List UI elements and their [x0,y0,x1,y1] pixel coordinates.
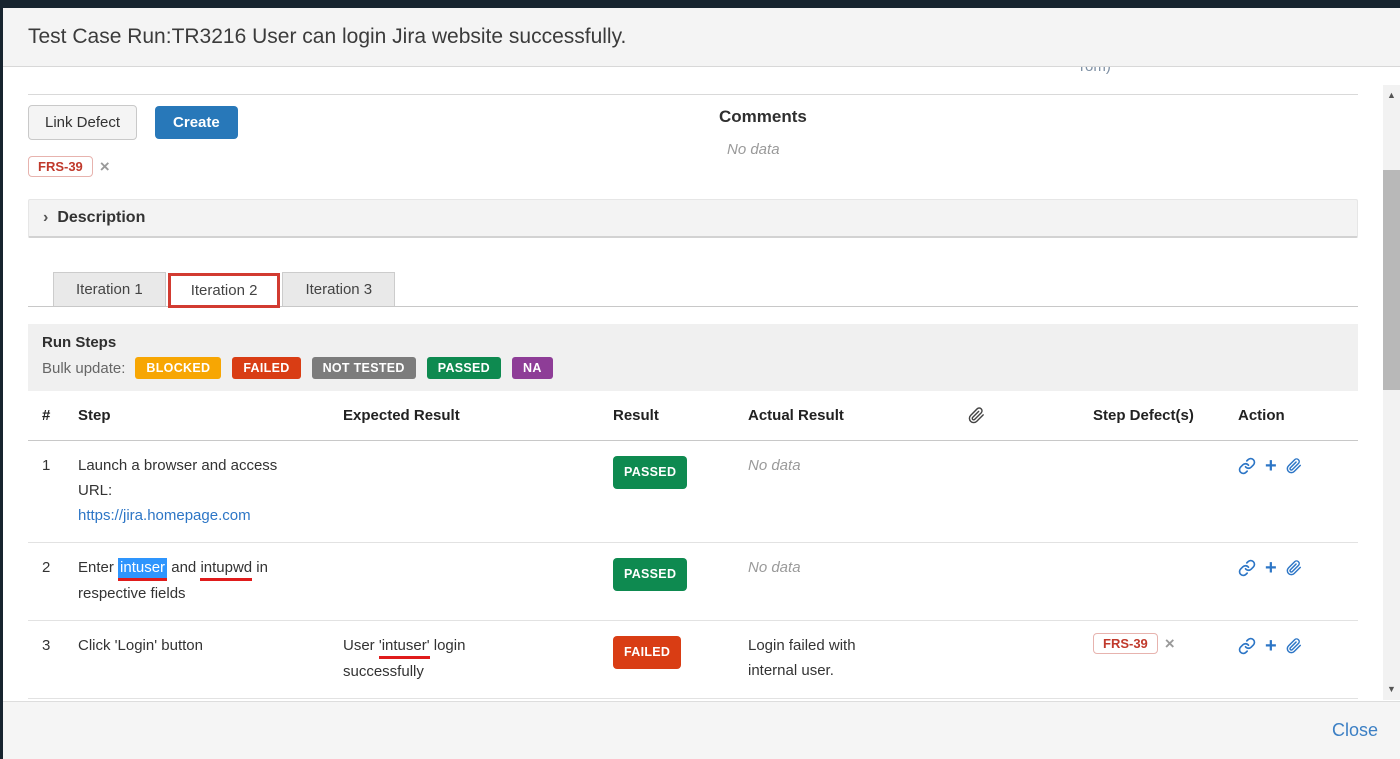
step-number: 2 [28,543,68,620]
step-defects-cell: FRS-39 × [1068,621,1228,698]
step-text: Launch a browser and access URL: https:/… [68,441,333,542]
comments-panel: Comments No data [693,105,1358,177]
bulk-update-label: Bulk update: [42,360,125,377]
attachment-cell [958,543,1068,620]
actual-result: No data [738,543,958,620]
col-header-num: # [28,394,68,440]
result-status-badge[interactable]: PASSED [613,456,687,489]
step-text: Enter intuser and intupwd in respective … [68,543,333,620]
clipped-scrolled-text: rom) [1080,67,1358,77]
col-header-step: Step [68,394,333,440]
modal-footer: Close [3,701,1400,759]
plus-icon[interactable]: + [1265,457,1277,475]
modal-title: Test Case Run:TR3216 User can login Jira… [28,25,626,48]
table-header-row: # Step Expected Result Result Actual Res… [28,394,1358,441]
paperclip-icon[interactable] [1286,560,1302,576]
iteration-tabs: Iteration 1 Iteration 2 Iteration 3 [28,271,1358,307]
actual-result: Login failed with internal user. [738,621,958,698]
comments-title: Comments [719,107,1358,127]
step-url-link[interactable]: https://jira.homepage.com [78,507,251,524]
remove-defect-icon[interactable]: × [100,158,110,175]
paperclip-icon[interactable] [1286,458,1302,474]
action-cell: + [1228,441,1358,542]
tab-iteration-1[interactable]: Iteration 1 [53,272,166,306]
result-cell: FAILED [603,621,738,698]
action-cell: + [1228,621,1358,698]
col-header-action: Action [1228,394,1358,440]
step-row-1: 1 Launch a browser and access URL: https… [28,441,1358,543]
link-defect-icon[interactable] [1238,457,1256,475]
action-cell: + [1228,543,1358,620]
col-header-attachment paperclip-icon [958,394,1068,440]
attachment-cell [958,621,1068,698]
tab-iteration-2[interactable]: Iteration 2 [168,273,281,308]
step-row-3: 3 Click 'Login' button User 'intuser' lo… [28,621,1358,699]
step-number: 1 [28,441,68,542]
defects-comments-section: Link Defect Create FRS-39 × Comments No … [28,105,1358,177]
bulk-status-na[interactable]: NA [512,357,553,379]
step-defects-cell [1068,543,1228,620]
linked-defect-tag[interactable]: FRS-39 [28,156,93,177]
description-accordion[interactable]: › Description [28,199,1358,238]
actual-result: No data [738,441,958,542]
result-status-badge[interactable]: FAILED [613,636,681,669]
bulk-status-not-tested[interactable]: NOT TESTED [312,357,416,379]
close-button[interactable]: Close [1332,720,1378,741]
result-cell: PASSED [603,441,738,542]
chevron-right-icon: › [43,209,48,227]
modal-header: Test Case Run:TR3216 User can login Jira… [3,8,1400,67]
plus-icon[interactable]: + [1265,637,1277,655]
step-number: 3 [28,621,68,698]
selected-text: intuser [118,558,167,581]
run-steps-header: Run Steps Bulk update: BLOCKED FAILED NO… [28,324,1358,391]
description-label: Description [57,209,145,227]
step-defects-cell [1068,441,1228,542]
result-status-badge[interactable]: PASSED [613,558,687,591]
section-divider [28,94,1358,95]
modal-body: rom) Link Defect Create FRS-39 × Comment… [3,67,1383,701]
col-header-expected: Expected Result [333,394,603,440]
attachment-cell [958,441,1068,542]
comments-empty-text: No data [727,141,1358,158]
misspelled-word: intupwd [200,558,252,581]
col-header-result: Result [603,394,738,440]
scroll-down-icon[interactable]: ▼ [1383,681,1400,698]
expected-result [333,441,603,542]
bulk-status-failed[interactable]: FAILED [232,357,300,379]
tab-iteration-3[interactable]: Iteration 3 [282,272,395,306]
paperclip-icon[interactable] [1286,638,1302,654]
expected-result [333,543,603,620]
plus-icon[interactable]: + [1265,559,1277,577]
test-case-run-modal: Test Case Run:TR3216 User can login Jira… [3,8,1400,759]
expected-result: User 'intuser' login successfully [333,621,603,698]
step-text: Click 'Login' button [68,621,333,698]
step-row-2: 2 Enter intuser and intupwd in respectiv… [28,543,1358,621]
vertical-scrollbar[interactable]: ▲ ▼ [1383,85,1400,700]
link-defect-icon[interactable] [1238,559,1256,577]
col-header-defects: Step Defect(s) [1068,394,1228,440]
result-cell: PASSED [603,543,738,620]
remove-defect-icon[interactable]: × [1165,635,1175,652]
scrollbar-thumb[interactable] [1383,170,1400,390]
create-defect-button[interactable]: Create [155,106,238,139]
bulk-status-passed[interactable]: PASSED [427,357,501,379]
link-defect-button[interactable]: Link Defect [28,105,137,140]
step-defect-tag[interactable]: FRS-39 [1093,633,1158,654]
run-steps-table: # Step Expected Result Result Actual Res… [28,394,1358,699]
scroll-up-icon[interactable]: ▲ [1383,87,1400,104]
run-steps-title: Run Steps [42,334,1344,351]
link-defect-icon[interactable] [1238,637,1256,655]
bulk-status-blocked[interactable]: BLOCKED [135,357,221,379]
defects-panel: Link Defect Create FRS-39 × [28,105,693,177]
col-header-actual: Actual Result [738,394,958,440]
misspelled-word: 'intuser' [379,636,430,659]
